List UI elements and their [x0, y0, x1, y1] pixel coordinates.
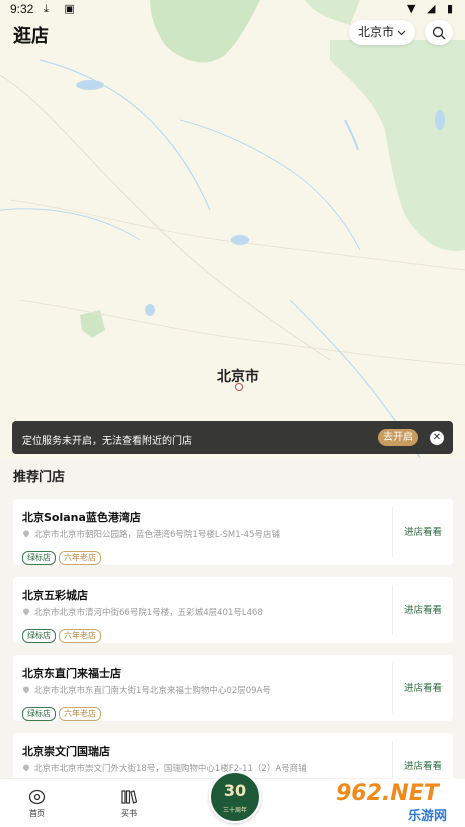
city-label: 北京市: [358, 25, 395, 39]
map-view[interactable]: [0, 0, 465, 458]
nav-home-label: 首页: [29, 809, 45, 818]
location-banner: 定位服务未开启，无法查看附近的门店 去开启 ✕: [12, 421, 453, 454]
status-bar: 9:32 ⤓ ▣ ▼ ◢ ▮: [0, 0, 465, 18]
store-address: 北京市北京市东直门南大街1号北京来福士购物中心02层09A号: [22, 684, 271, 696]
tag-six-year-store: 六年老店: [59, 551, 101, 565]
tag-green-store: 绿标店: [22, 707, 56, 721]
visit-store-button[interactable]: 进店看看: [404, 524, 442, 538]
close-icon[interactable]: ✕: [430, 431, 444, 445]
store-name: 北京Solana蓝色港湾店: [22, 511, 141, 524]
divider: [392, 585, 393, 635]
store-tags: 绿标店 六年老店: [22, 545, 104, 565]
location-pin-icon: [23, 608, 29, 616]
page-title: 逛店: [13, 26, 49, 47]
divider: [392, 663, 393, 713]
system-icons: ▼ ◢ ▮: [407, 2, 457, 15]
store-card[interactable]: 北京Solana蓝色港湾店 北京市北京市朝阳公园路，蓝色港湾6号院1号楼L-SM…: [13, 499, 453, 565]
visit-store-button[interactable]: 进店看看: [404, 758, 442, 772]
nav-buy-label: 买书: [121, 809, 137, 818]
tag-green-store: 绿标店: [22, 551, 56, 565]
location-pin-icon: [23, 686, 29, 694]
location-banner-message: 定位服务未开启，无法查看附近的门店: [22, 436, 192, 447]
home-icon: [28, 789, 46, 805]
nav-home[interactable]: 首页: [17, 789, 57, 819]
store-address-text: 北京市北京市崇文门外大街18号，国瑞购物中心1楼F2-11（2）A号商铺: [34, 764, 307, 774]
store-card[interactable]: 北京五彩城店 北京市北京市清河中街66号院1号楼，五彩城4层401号L468 绿…: [13, 577, 453, 643]
city-marker-icon: [235, 383, 243, 391]
anniversary-badge-button[interactable]: 30 三十周年: [209, 771, 261, 823]
store-name: 北京五彩城店: [22, 589, 88, 602]
watermark-logo: 962.NET: [336, 781, 439, 806]
tag-six-year-store: 六年老店: [59, 707, 101, 721]
books-icon: [121, 790, 138, 804]
location-pin-icon: [23, 764, 29, 772]
store-name: 北京崇文门国瑞店: [22, 745, 110, 758]
store-card[interactable]: 北京东直门来福士店 北京市北京市东直门南大街1号北京来福士购物中心02层09A号…: [13, 655, 453, 721]
map-canvas: [0, 0, 465, 458]
search-icon: [432, 26, 446, 39]
visit-store-button[interactable]: 进店看看: [404, 602, 442, 616]
store-address: 北京市北京市清河中街66号院1号楼，五彩城4层401号L468: [22, 606, 263, 618]
nav-buy-books[interactable]: 买书: [109, 789, 149, 819]
store-tags: 绿标店 六年老店: [22, 623, 104, 643]
site-watermark: 962.NET 乐游网: [330, 778, 465, 826]
watermark-text: 乐游网: [408, 809, 448, 824]
anniversary-text: 三十周年: [222, 807, 247, 814]
tag-green-store: 绿标店: [22, 629, 56, 643]
city-selector[interactable]: 北京市: [349, 20, 415, 45]
store-address-text: 北京市北京市东直门南大街1号北京来福士购物中心02层09A号: [34, 686, 271, 696]
notification-icons: ⤓ ▣: [44, 2, 81, 15]
store-address: 北京市北京市崇文门外大街18号，国瑞购物中心1楼F2-11（2）A号商铺: [22, 762, 307, 774]
store-address-text: 北京市北京市朝阳公园路，蓝色港湾6号院1号楼L-SM1-45号店铺: [34, 530, 280, 540]
enable-location-button[interactable]: 去开启: [378, 429, 418, 446]
store-tags: 绿标店 六年老店: [22, 701, 104, 721]
store-address: 北京市北京市朝阳公园路，蓝色港湾6号院1号楼L-SM1-45号店铺: [22, 528, 280, 540]
section-title: 推荐门店: [13, 470, 66, 485]
anniversary-number: 30: [223, 781, 247, 800]
chevron-down-icon: [397, 20, 406, 45]
status-time: 9:32: [10, 2, 34, 16]
location-pin-icon: [23, 530, 29, 538]
tag-six-year-store: 六年老店: [59, 629, 101, 643]
search-button[interactable]: [425, 20, 453, 45]
visit-store-button[interactable]: 进店看看: [404, 680, 442, 694]
store-name: 北京东直门来福士店: [22, 667, 121, 680]
divider: [392, 507, 393, 557]
store-address-text: 北京市北京市清河中街66号院1号楼，五彩城4层401号L468: [34, 608, 263, 618]
